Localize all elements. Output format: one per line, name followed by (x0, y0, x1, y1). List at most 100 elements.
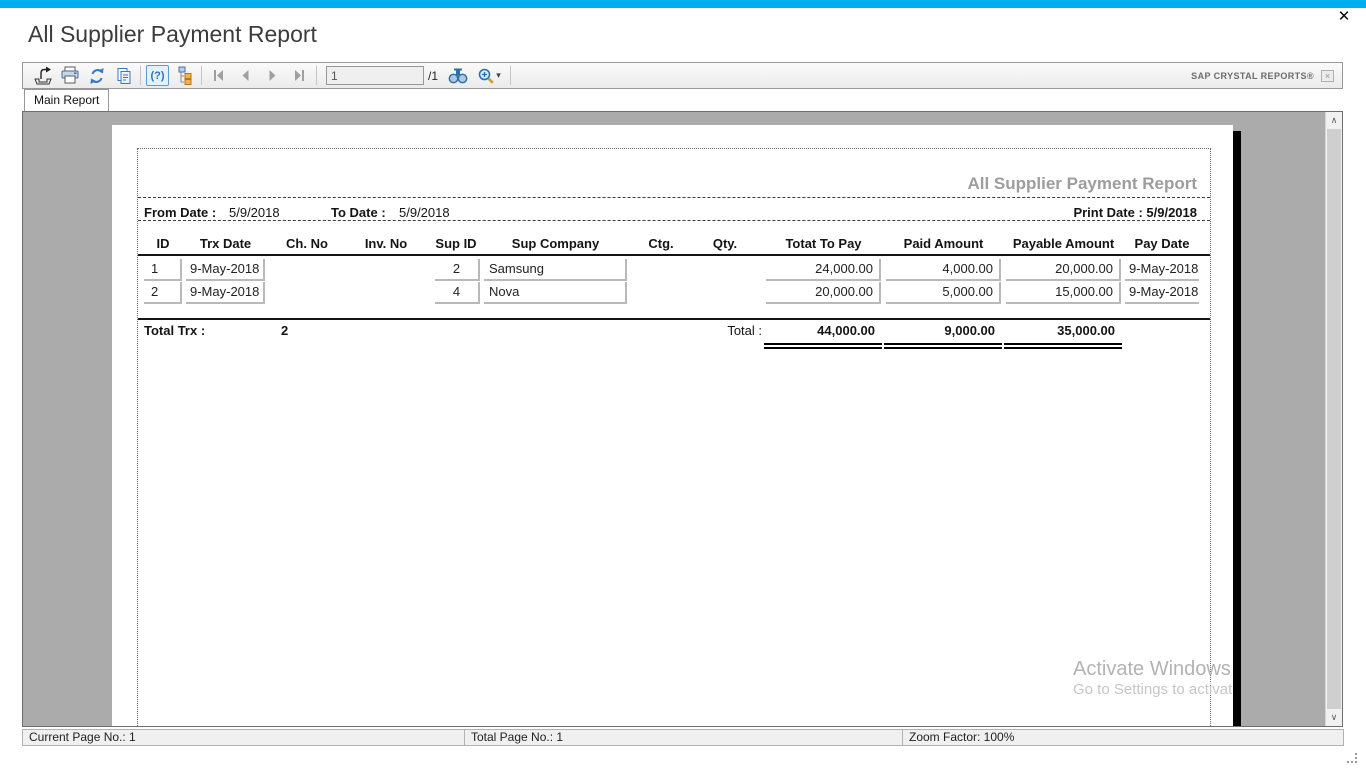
scroll-up-icon[interactable]: ∧ (1326, 112, 1342, 129)
brand-close-icon[interactable]: × (1321, 69, 1334, 82)
find-button[interactable] (444, 64, 471, 87)
refresh-icon (90, 67, 103, 84)
col-header-trx-date: Trx Date (199, 236, 252, 251)
double-underline (764, 343, 882, 349)
from-date-value: 5/9/2018 (229, 205, 280, 220)
cell-sup-company: Samsung (484, 259, 627, 281)
find-icon (448, 68, 467, 84)
report-viewer: All Supplier Payment Report From Date : … (22, 111, 1343, 727)
chevron-down-icon: ▾ (496, 70, 501, 80)
col-header-ch-no: Ch. No (286, 236, 328, 251)
report-body: All Supplier Payment Report From Date : … (137, 148, 1211, 726)
cell-id: 2 (144, 282, 182, 304)
window-accent-strip (0, 0, 1366, 8)
refresh-button[interactable] (83, 64, 110, 87)
window-close-icon[interactable]: ✕ (1333, 7, 1355, 27)
col-header-total-to-pay: Totat To Pay (785, 236, 862, 251)
scroll-down-icon[interactable]: ∨ (1326, 709, 1342, 726)
total-to-pay-value: 44,000.00 (817, 323, 875, 338)
export-icon (33, 66, 52, 84)
divider (138, 318, 1210, 320)
nav-first-icon (214, 70, 223, 81)
total-payable-value: 35,000.00 (1057, 323, 1115, 338)
status-bar: Current Page No.: 1 Total Page No.: 1 Zo… (22, 729, 1344, 746)
col-header-paid-amount: Paid Amount (903, 236, 984, 251)
toolbar-separator (201, 66, 202, 85)
report-title: All Supplier Payment Report (967, 174, 1197, 193)
col-header-ctg: Ctg. (648, 236, 674, 251)
cell-total-to-pay: 24,000.00 (766, 259, 881, 281)
page-shadow (1233, 131, 1241, 726)
nav-prev-button[interactable] (232, 64, 259, 87)
col-header-sup-id: Sup ID (435, 236, 477, 251)
report-page: All Supplier Payment Report From Date : … (112, 125, 1233, 726)
total-label: Total : (727, 323, 762, 338)
col-header-payable-amount: Payable Amount (1012, 236, 1115, 251)
to-date-label: To Date : (331, 205, 386, 220)
page-total-label: /1 (428, 68, 439, 83)
total-paid-value: 9,000.00 (944, 323, 995, 338)
nav-prev-icon (242, 70, 249, 81)
cell-payable-amount: 20,000.00 (1006, 259, 1121, 281)
cell-sup-company: Nova (484, 282, 627, 304)
activate-windows-watermark: Activate Windows Go to Settings to activ… (1073, 658, 1241, 698)
total-trx-label: Total Trx : (144, 323, 206, 338)
from-date-label: From Date : (144, 205, 217, 220)
divider (138, 197, 1210, 198)
toolbar: (?) /1 (22, 62, 1343, 89)
zoom-icon (479, 68, 494, 84)
col-header-qty: Qty. (712, 236, 738, 251)
nav-next-icon (269, 70, 276, 81)
print-button[interactable] (56, 64, 83, 87)
divider (138, 220, 1210, 221)
table-row: 2 9-May-2018 4 Nova 20,000.00 5,000.00 1… (138, 282, 1210, 305)
divider (138, 254, 1210, 256)
zoom-button[interactable]: ▾ (471, 64, 507, 87)
group-tree-icon (178, 66, 192, 85)
toolbar-separator (140, 66, 141, 85)
cell-pay-date: 9-May-2018 (1125, 282, 1199, 304)
cell-sup-id: 2 (435, 259, 480, 281)
total-trx-value: 2 (281, 323, 289, 338)
copy-button[interactable] (110, 64, 137, 87)
col-header-pay-date: Pay Date (1134, 236, 1190, 251)
page-title: All Supplier Payment Report (28, 21, 317, 47)
cell-id: 1 (144, 259, 182, 281)
status-zoom-factor: Zoom Factor: 100% (909, 730, 1015, 744)
cell-trx-date: 9-May-2018 (186, 282, 265, 304)
print-date-label: Print Date : 5/9/2018 (1073, 205, 1197, 220)
col-header-inv-no: Inv. No (364, 236, 408, 251)
nav-last-button[interactable] (286, 64, 313, 87)
tab-main-report[interactable]: Main Report (24, 89, 110, 112)
nav-last-icon (295, 70, 304, 81)
copy-icon (117, 67, 130, 84)
cell-payable-amount: 15,000.00 (1006, 282, 1121, 304)
cell-paid-amount: 4,000.00 (886, 259, 1001, 281)
resize-grip[interactable] (1347, 753, 1359, 765)
col-header-id: ID (156, 236, 170, 251)
toolbar-separator (510, 66, 512, 85)
nav-next-button[interactable] (259, 64, 286, 87)
double-underline (1004, 343, 1122, 349)
watermark-line1: Activate Windows (1073, 658, 1231, 680)
toolbar-separator (316, 66, 317, 85)
vertical-scrollbar[interactable]: ∧ ∨ (1325, 112, 1342, 726)
parameter-panel-icon[interactable]: (?) (146, 65, 169, 86)
group-tree-button[interactable] (171, 64, 198, 87)
watermark-line2: Go to Settings to activate (1073, 681, 1241, 698)
to-date-value: 5/9/2018 (399, 205, 450, 220)
table-row: 1 9-May-2018 2 Samsung 24,000.00 4,000.0… (138, 259, 1210, 282)
col-header-sup-company: Sup Company (511, 236, 600, 251)
scrollbar-thumb[interactable] (1327, 129, 1341, 709)
status-current-page: Current Page No.: 1 (23, 730, 465, 745)
cell-pay-date: 9-May-2018 (1125, 259, 1199, 281)
cell-paid-amount: 5,000.00 (886, 282, 1001, 304)
nav-first-button[interactable] (205, 64, 232, 87)
double-underline (884, 343, 1002, 349)
brand-label: SAP CRYSTAL REPORTS® (1191, 70, 1314, 81)
page-number-input[interactable] (326, 66, 424, 85)
print-icon (61, 66, 78, 84)
cell-sup-id: 4 (435, 282, 480, 304)
export-button[interactable] (29, 64, 56, 87)
status-total-page: Total Page No.: 1 (465, 730, 903, 745)
